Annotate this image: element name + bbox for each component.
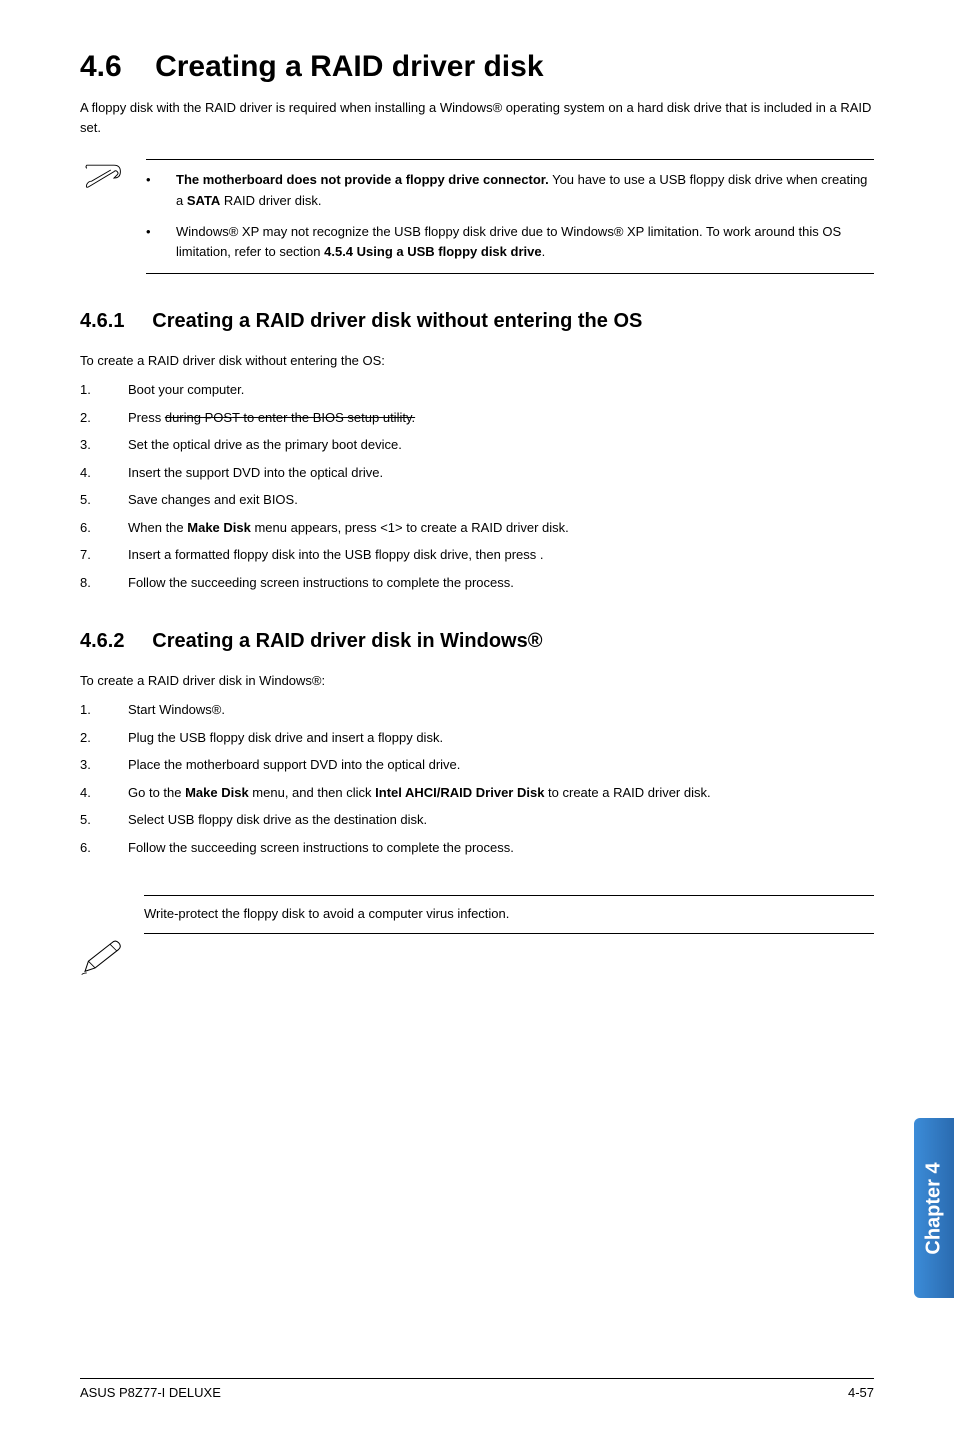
step-text: Insert a formatted floppy disk into the … — [128, 545, 874, 565]
step-number: 3. — [80, 755, 128, 775]
step-text: Insert the support DVD into the optical … — [128, 463, 874, 483]
bullet: • — [146, 222, 176, 264]
list-item: 4.Insert the support DVD into the optica… — [80, 463, 874, 483]
list-item: 3.Set the optical drive as the primary b… — [80, 435, 874, 455]
step-number: 2. — [80, 408, 128, 428]
list-item: 2.Press during POST to enter the BIOS se… — [80, 408, 874, 428]
list-item: 6.When the Make Disk menu appears, press… — [80, 518, 874, 538]
step-number: 8. — [80, 573, 128, 593]
step-text: Set the optical drive as the primary boo… — [128, 435, 874, 455]
note-icon — [82, 159, 138, 198]
list-item: 5.Save changes and exit BIOS. — [80, 490, 874, 510]
step-number: 1. — [80, 700, 128, 720]
list-item: 1.Start Windows®. — [80, 700, 874, 720]
note-content-2: Write-protect the floppy disk to avoid a… — [144, 895, 874, 934]
step-number: 4. — [80, 783, 128, 803]
step-number: 4. — [80, 463, 128, 483]
section-intro: A floppy disk with the RAID driver is re… — [80, 98, 874, 137]
step-text: Follow the succeeding screen instruction… — [128, 573, 874, 593]
note-content-1: • The motherboard does not provide a flo… — [146, 159, 874, 274]
list-item: 7.Insert a formatted floppy disk into th… — [80, 545, 874, 565]
subsection-number: 4.6.2 — [80, 630, 124, 652]
step-text: Place the motherboard support DVD into t… — [128, 755, 874, 775]
note-icon — [80, 895, 136, 982]
bullet: • — [146, 170, 176, 212]
page-footer: ASUS P8Z77-I DELUXE 4-57 — [80, 1378, 874, 1400]
step-number: 6. — [80, 518, 128, 538]
step-text: Save changes and exit BIOS. — [128, 490, 874, 510]
step-text: Boot your computer. — [128, 380, 874, 400]
step-text: Press during POST to enter the BIOS setu… — [128, 408, 874, 428]
chapter-tab-label: Chapter 4 — [923, 1162, 946, 1254]
note-block-1: • The motherboard does not provide a flo… — [80, 159, 874, 274]
step-text: Go to the Make Disk menu, and then click… — [128, 783, 874, 803]
list-item: 1.Boot your computer. — [80, 380, 874, 400]
footer-left: ASUS P8Z77-I DELUXE — [80, 1385, 221, 1400]
list-item: 8.Follow the succeeding screen instructi… — [80, 573, 874, 593]
note-text: The motherboard does not provide a flopp… — [176, 170, 874, 212]
step-text: Start Windows®. — [128, 700, 874, 720]
step-text: When the Make Disk menu appears, press <… — [128, 518, 874, 538]
step-text: Plug the USB floppy disk drive and inser… — [128, 728, 874, 748]
note-item: • Windows® XP may not recognize the USB … — [146, 222, 874, 264]
note-block-2: Write-protect the floppy disk to avoid a… — [80, 895, 874, 982]
subsection-lead: To create a RAID driver disk in Windows®… — [80, 673, 874, 688]
step-number: 5. — [80, 490, 128, 510]
subsection-title: 4.6.2 Creating a RAID driver disk in Win… — [80, 630, 874, 653]
list-item: 3.Place the motherboard support DVD into… — [80, 755, 874, 775]
list-item: 4.Go to the Make Disk menu, and then cli… — [80, 783, 874, 803]
subsection-number: 4.6.1 — [80, 310, 124, 332]
subsection-lead: To create a RAID driver disk without ent… — [80, 353, 874, 368]
scroll-icon — [82, 163, 122, 193]
list-item: 6.Follow the succeeding screen instructi… — [80, 838, 874, 858]
step-text: Follow the succeeding screen instruction… — [128, 838, 874, 858]
note-text: Windows® XP may not recognize the USB fl… — [176, 222, 874, 264]
pencil-icon — [80, 937, 122, 977]
subsection-1: 4.6.1 Creating a RAID driver disk withou… — [80, 310, 874, 592]
section-title: 4.6 Creating a RAID driver disk — [80, 50, 874, 84]
section-heading: Creating a RAID driver disk — [155, 50, 543, 83]
section-number: 4.6 — [80, 50, 122, 83]
step-number: 5. — [80, 810, 128, 830]
step-number: 3. — [80, 435, 128, 455]
note-item: • The motherboard does not provide a flo… — [146, 170, 874, 212]
step-text: Select USB floppy disk drive as the dest… — [128, 810, 874, 830]
step-number: 7. — [80, 545, 128, 565]
step-number: 2. — [80, 728, 128, 748]
steps-list-2: 1.Start Windows®.2.Plug the USB floppy d… — [80, 700, 874, 857]
step-number: 6. — [80, 838, 128, 858]
list-item: 5.Select USB floppy disk drive as the de… — [80, 810, 874, 830]
footer-right: 4-57 — [848, 1385, 874, 1400]
subsection-title: 4.6.1 Creating a RAID driver disk withou… — [80, 310, 874, 333]
list-item: 2.Plug the USB floppy disk drive and ins… — [80, 728, 874, 748]
step-number: 1. — [80, 380, 128, 400]
subsection-2: 4.6.2 Creating a RAID driver disk in Win… — [80, 630, 874, 857]
subsection-heading: Creating a RAID driver disk without ente… — [152, 310, 642, 332]
steps-list-1: 1.Boot your computer.2.Press during POST… — [80, 380, 874, 592]
subsection-heading: Creating a RAID driver disk in Windows® — [152, 630, 542, 652]
chapter-side-tab: Chapter 4 — [914, 1118, 954, 1298]
